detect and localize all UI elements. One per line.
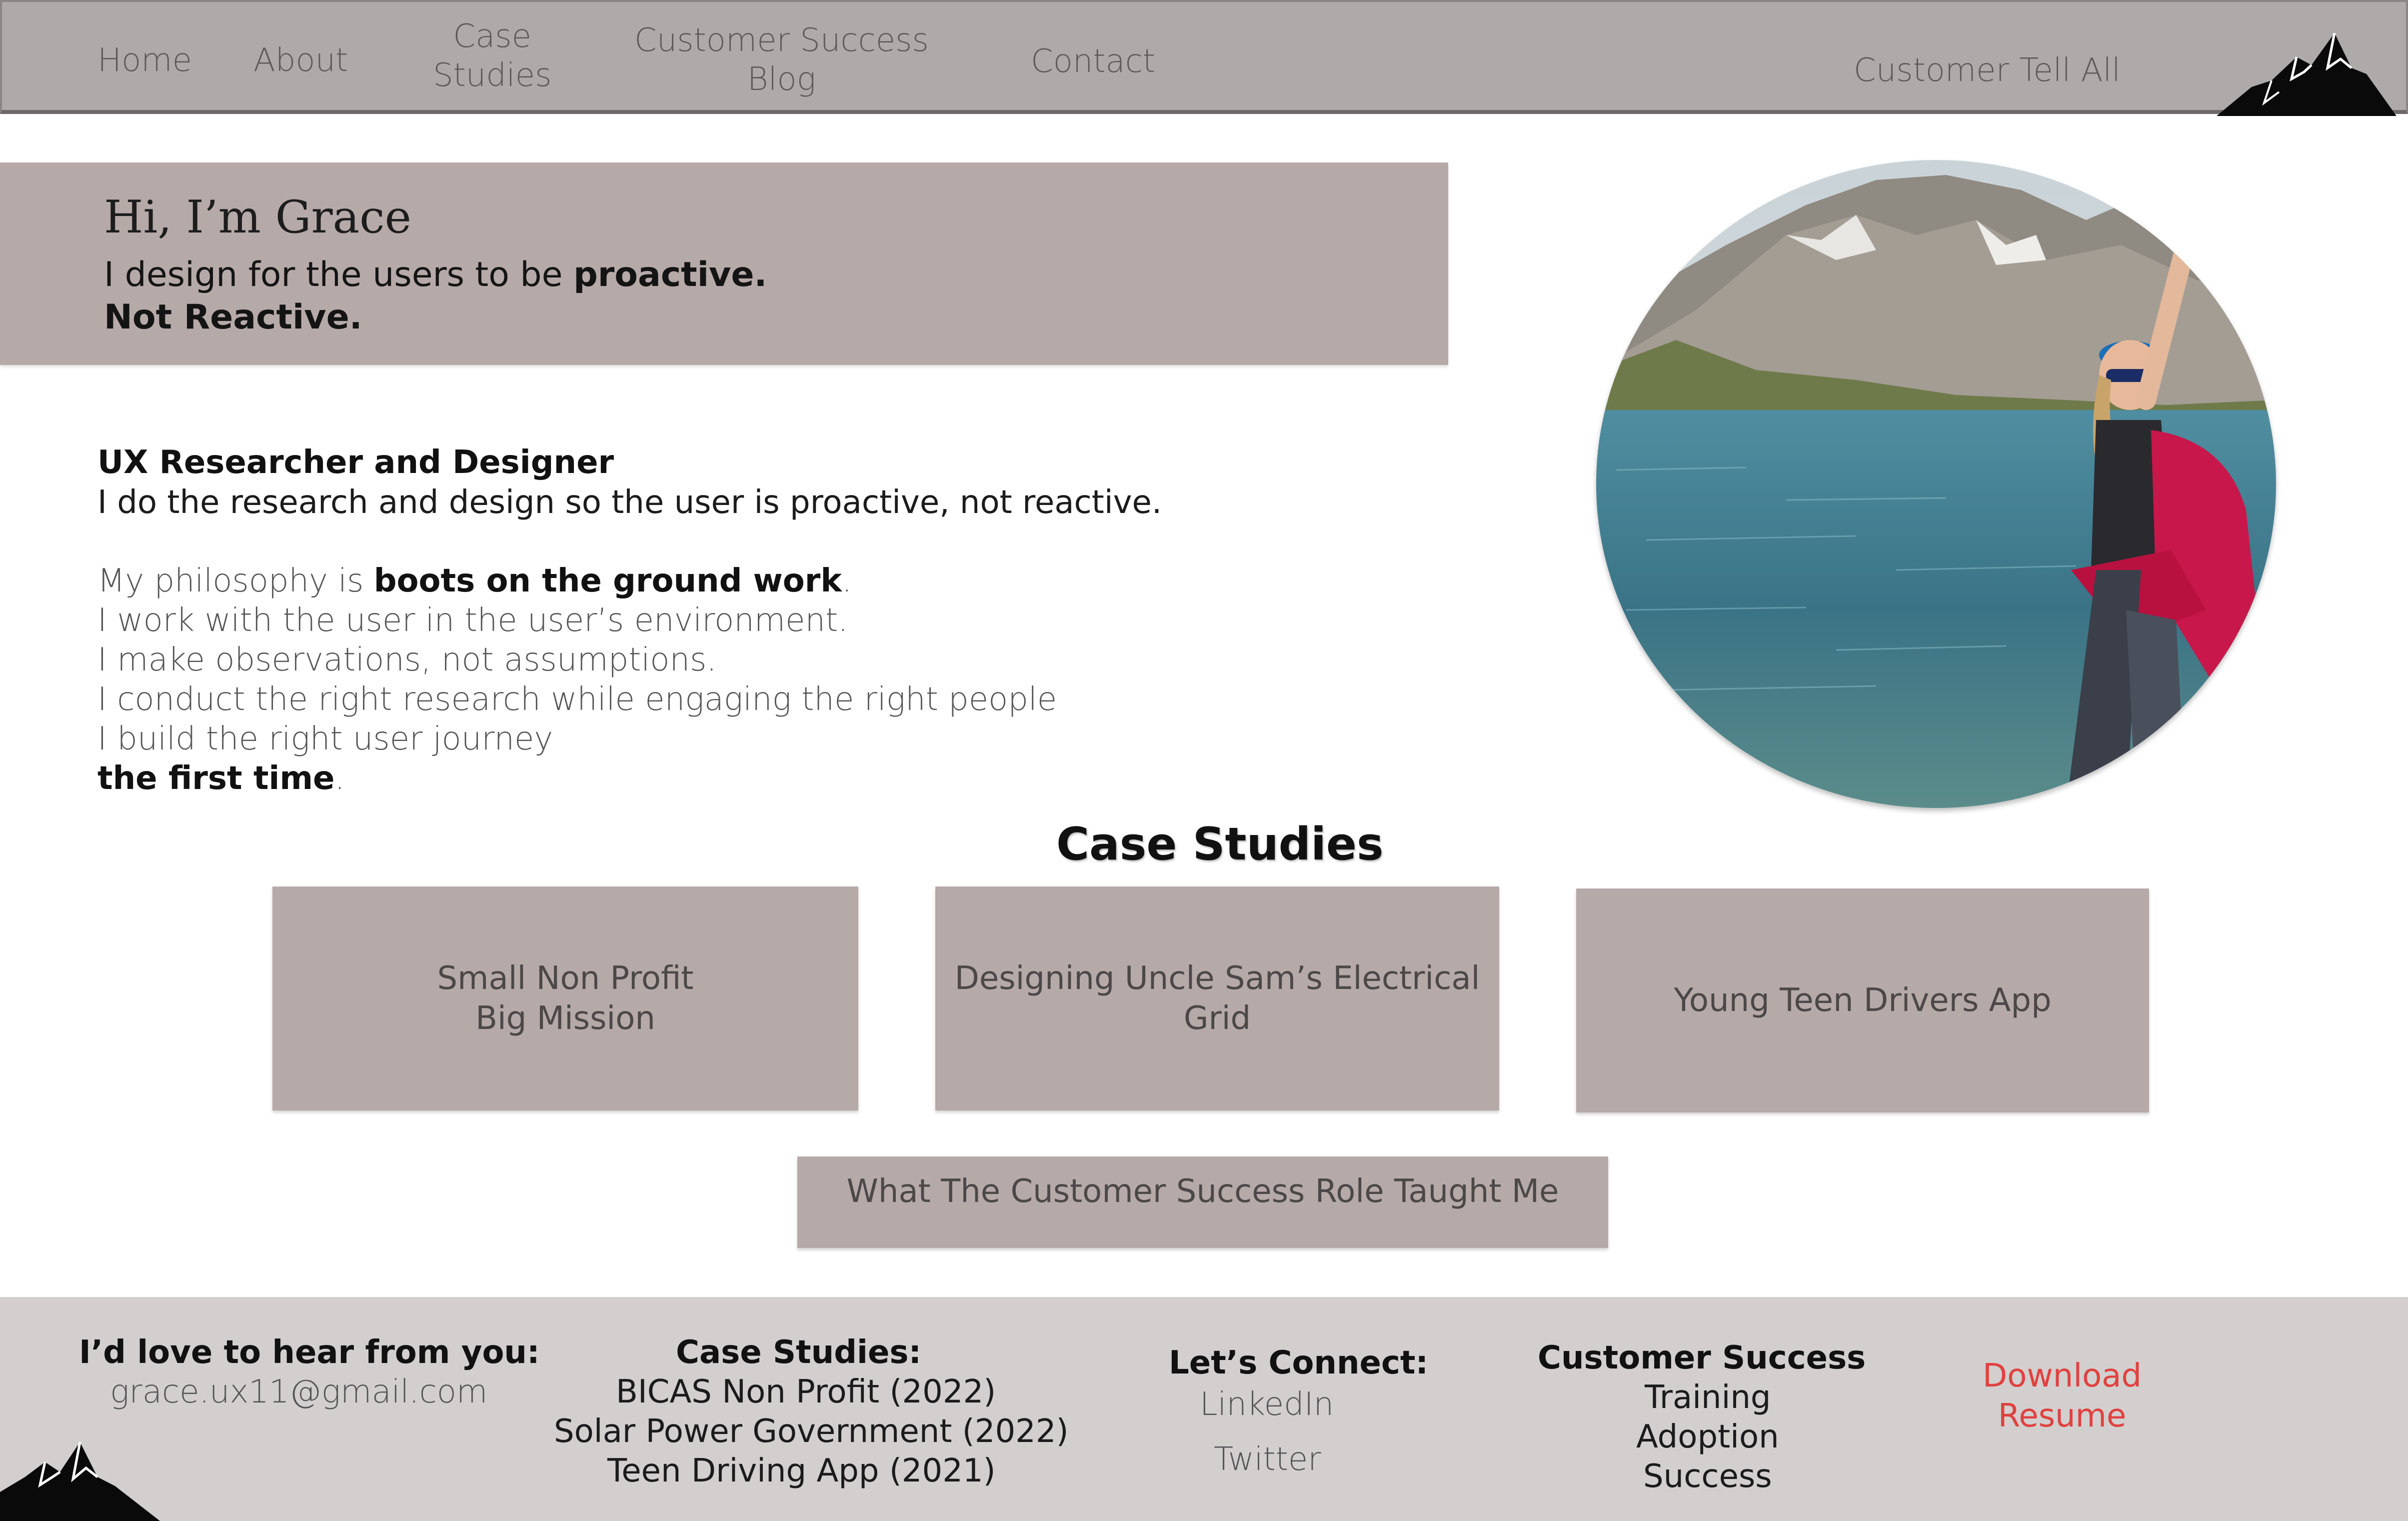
footer-success-link[interactable]: Adoption [1636, 1417, 1779, 1457]
footer-case-study-link[interactable]: Teen Driving App (2021) [607, 1451, 996, 1491]
footer-case-study-link[interactable]: Solar Power Government (2022) [554, 1412, 1069, 1452]
nav-home-link[interactable]: Home [97, 41, 192, 80]
hero-tagline-text: I design for the users to be [104, 255, 574, 294]
hero-tagline-bold: proactive. [573, 255, 767, 294]
nav-case-studies-link[interactable]: Case Studies [433, 17, 551, 95]
footer-success-link[interactable]: Success [1643, 1456, 1772, 1496]
case-card-electrical-grid[interactable]: Designing Uncle Sam’s Electrical Grid [935, 886, 1499, 1110]
bio-line3: I work with the user in the user’s envir… [97, 602, 848, 639]
download-resume-line1: Download [1983, 1358, 2142, 1394]
bio-philosophy: My philosophy is boots on the ground wor… [97, 561, 852, 601]
nav-blog-line1: Customer Success [634, 22, 929, 59]
footer-connect-heading: Let’s Connect: [1169, 1344, 1429, 1382]
nav-about-link[interactable]: About [253, 41, 348, 80]
mountain-footer-icon [0, 1442, 160, 1521]
bio-line6: I build the right user journey [97, 720, 553, 758]
case-card-title: Young Teen Drivers App [1674, 982, 2052, 1019]
bio-philosophy-suffix: . [841, 562, 852, 600]
bio-line7-suffix: . [334, 760, 345, 797]
case-card-customer-success[interactable]: What The Customer Success Role Taught Me [797, 1156, 1608, 1248]
download-resume-link[interactable]: Download Resume [1983, 1356, 2142, 1436]
case-card-title: What The Customer Success Role Taught Me [846, 1173, 1559, 1210]
download-resume-line2: Resume [1998, 1398, 2127, 1434]
nav-case-studies-line1: Case [453, 18, 532, 55]
nav-blog-line2: Blog [747, 61, 816, 98]
hero-greeting: Hi, I’m Grace [104, 191, 411, 244]
case-card-title: Designing Uncle Sam’s Electrical [954, 960, 1480, 997]
case-studies-heading: Case Studies [1056, 818, 1384, 870]
footer-case-studies-heading: Case Studies: [676, 1334, 922, 1371]
profile-photo [1596, 160, 2276, 808]
case-card-teen-drivers[interactable]: Young Teen Drivers App [1576, 888, 2149, 1112]
bio-line4: I make observations, not assumptions. [97, 642, 717, 678]
bio-line7-bold: the first time [97, 760, 335, 797]
footer-contact-heading: I’d love to hear from you: [79, 1334, 540, 1371]
nav-tell-all-link[interactable]: Customer Tell All [1854, 51, 2121, 90]
bio-line5: I conduct the right research while engag… [97, 681, 1057, 718]
bio-line1: I do the research and design so the user… [97, 484, 1162, 521]
footer-linkedin-link[interactable]: LinkedIn [1200, 1384, 1334, 1424]
nav-case-studies-line2: Studies [433, 57, 552, 94]
footer-email-link[interactable]: grace.ux11@gmail.com [110, 1372, 487, 1412]
hero-tagline: I design for the users to be proactive. [104, 255, 767, 294]
case-card-subtitle: Grid [1183, 1000, 1251, 1037]
case-card-title: Small Non Profit [437, 960, 694, 997]
footer-case-study-link[interactable]: BICAS Non Profit (2022) [616, 1372, 996, 1412]
footer-success-link[interactable]: Training [1645, 1378, 1771, 1418]
nav-contact-link[interactable]: Contact [1031, 42, 1155, 81]
footer-customer-success-heading: Customer Success [1538, 1340, 1866, 1376]
footer: I’d love to hear from you: grace.ux11@gm… [0, 1297, 2408, 1521]
bio-line7: the first time. [97, 758, 345, 798]
case-card-subtitle: Big Mission [475, 1000, 655, 1037]
bio-philosophy-bold: boots on the ground work [373, 562, 842, 600]
top-nav: Home About Case Studies Customer Success… [0, 0, 2408, 116]
bio-title: UX Researcher and Designer [97, 444, 614, 481]
nav-blog-link[interactable]: Customer Success Blog [634, 21, 929, 99]
profile-photo-illustration [1596, 160, 2276, 808]
footer-twitter-link[interactable]: Twitter [1214, 1440, 1321, 1480]
hero-tagline-line2: Not Reactive. [104, 298, 362, 337]
bio-philosophy-prefix: My philosophy is [97, 562, 374, 600]
case-card-small-non-profit[interactable]: Small Non Profit Big Mission [272, 886, 858, 1110]
mountain-logo-icon [2217, 33, 2397, 116]
